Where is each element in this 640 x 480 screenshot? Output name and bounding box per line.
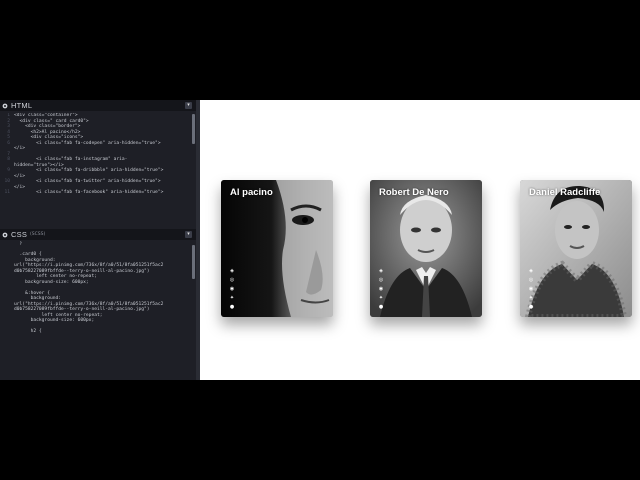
code-text: background: [14, 257, 56, 263]
social-icons: ◈ ◎ ◉ ✦ ● [229, 268, 235, 310]
instagram-icon[interactable]: ◎ [528, 277, 534, 283]
preview-pane: Al pacino ◈ ◎ ◉ ✦ ● Robert De Nero ◈ ◎ ◉… [200, 100, 640, 380]
gear-icon[interactable] [2, 232, 8, 238]
html-panel-header[interactable]: HTML ▾ [0, 100, 196, 111]
code-text: d0b758227089fbffde--terry-o-neill-al-pac… [14, 307, 150, 312]
code-text: } [14, 241, 23, 246]
facebook-icon[interactable]: ● [528, 304, 534, 310]
facebook-icon[interactable]: ● [229, 304, 235, 310]
html-scrollbar[interactable] [192, 114, 195, 144]
code-text: <div class="border"> [14, 124, 81, 129]
code-text: <i class="fab fa-facebook" aria-hidden="… [14, 190, 164, 195]
code-text: <i class="fab fa-instagram" aria- [14, 157, 128, 162]
code-text: background-size: 600px; [14, 318, 95, 323]
chevron-down-icon[interactable]: ▾ [185, 102, 192, 109]
code-text: </i> [14, 173, 26, 179]
code-text: d0b758227089fbffde--terry-o-neill-al-pac… [14, 268, 150, 274]
html-panel-title: HTML [11, 101, 33, 110]
code-text: left center no-repeat; [14, 274, 97, 279]
code-text: </i> [14, 146, 26, 151]
twitter-icon[interactable]: ✦ [528, 295, 534, 301]
code-text: background-size: 600px; [14, 279, 89, 285]
code-text: <i class="fab fa-dribbble" aria-hidden="… [14, 168, 164, 173]
code-text: <i class="fab fa-codepen" aria-hidden="t… [14, 140, 161, 146]
card-robert-de-nero[interactable]: Robert De Nero ◈ ◎ ◉ ✦ ● [370, 180, 482, 317]
code-text: <div class="icons"> [14, 135, 84, 140]
line-number: 9 [7, 168, 10, 173]
card-title: Al pacino [230, 187, 273, 198]
css-panel-title: CSS [11, 230, 28, 239]
html-code-area[interactable]: 1 <div class="container"> 2 <div class=" c… [2, 113, 192, 196]
code-line: 11 <i class="fab fa-facebook" aria-hidde… [2, 190, 192, 196]
code-text: &:hover { [14, 290, 50, 296]
code-text: .card0 { [14, 252, 42, 257]
css-scrollbar[interactable] [192, 245, 195, 279]
code-editor: HTML ▾ 1 <div class="container"> 2 <div cl… [0, 100, 196, 380]
code-text: <div class="container"> [14, 113, 78, 118]
css-code-area[interactable]: } .card0 { background: url("https://i.pin… [2, 241, 192, 335]
social-icons: ◈ ◎ ◉ ✦ ● [378, 268, 384, 310]
social-icons: ◈ ◎ ◉ ✦ ● [528, 268, 534, 310]
portrait-image [370, 180, 482, 317]
codepen-icon[interactable]: ◈ [378, 268, 384, 274]
code-text: <div class=" card card0"> [14, 118, 89, 124]
portrait-image [221, 180, 333, 317]
twitter-icon[interactable]: ✦ [229, 295, 235, 301]
code-text: <h2>Al pacino</h2> [14, 129, 81, 135]
card-al-pacino[interactable]: Al pacino ◈ ◎ ◉ ✦ ● [221, 180, 333, 317]
code-text: left center no-repeat; [14, 312, 103, 318]
codepen-icon[interactable]: ◈ [528, 268, 534, 274]
dribbble-icon[interactable]: ◉ [528, 286, 534, 292]
code-line: h2 { [2, 329, 192, 335]
facebook-icon[interactable]: ● [378, 304, 384, 310]
code-text: url("https://i.pinimg.com/736x/8f/a0/51/… [14, 263, 164, 268]
css-panel-header[interactable]: CSS (SCSS) ▾ [0, 229, 196, 240]
codepen-icon[interactable]: ◈ [229, 268, 235, 274]
dribbble-icon[interactable]: ◉ [229, 286, 235, 292]
code-text: h2 { [14, 329, 42, 334]
portrait-image [520, 180, 632, 317]
code-text: hidden="true"></i> [14, 162, 64, 168]
instagram-icon[interactable]: ◎ [229, 277, 235, 283]
code-text: <i class="fab fa-twitter" aria-hidden="t… [14, 179, 161, 184]
instagram-icon[interactable]: ◎ [378, 277, 384, 283]
code-text: background: [14, 296, 62, 301]
line-number: 11 [4, 190, 10, 195]
line-number: 10 [4, 179, 10, 184]
card-daniel-radcliffe[interactable]: Daniel Radcliffe ◈ ◎ ◉ ✦ ● [520, 180, 632, 317]
code-text: url("https://i.pinimg.com/736x/8f/a0/51/… [14, 301, 164, 307]
css-panel-subtitle: (SCSS) [30, 232, 46, 237]
dribbble-icon[interactable]: ◉ [378, 286, 384, 292]
gear-icon[interactable] [2, 103, 8, 109]
twitter-icon[interactable]: ✦ [378, 295, 384, 301]
line-number: 8 [7, 157, 10, 162]
card-title: Robert De Nero [379, 187, 449, 198]
code-text: </i> [14, 184, 26, 190]
chevron-down-icon[interactable]: ▾ [185, 231, 192, 238]
card-title: Daniel Radcliffe [529, 187, 601, 198]
